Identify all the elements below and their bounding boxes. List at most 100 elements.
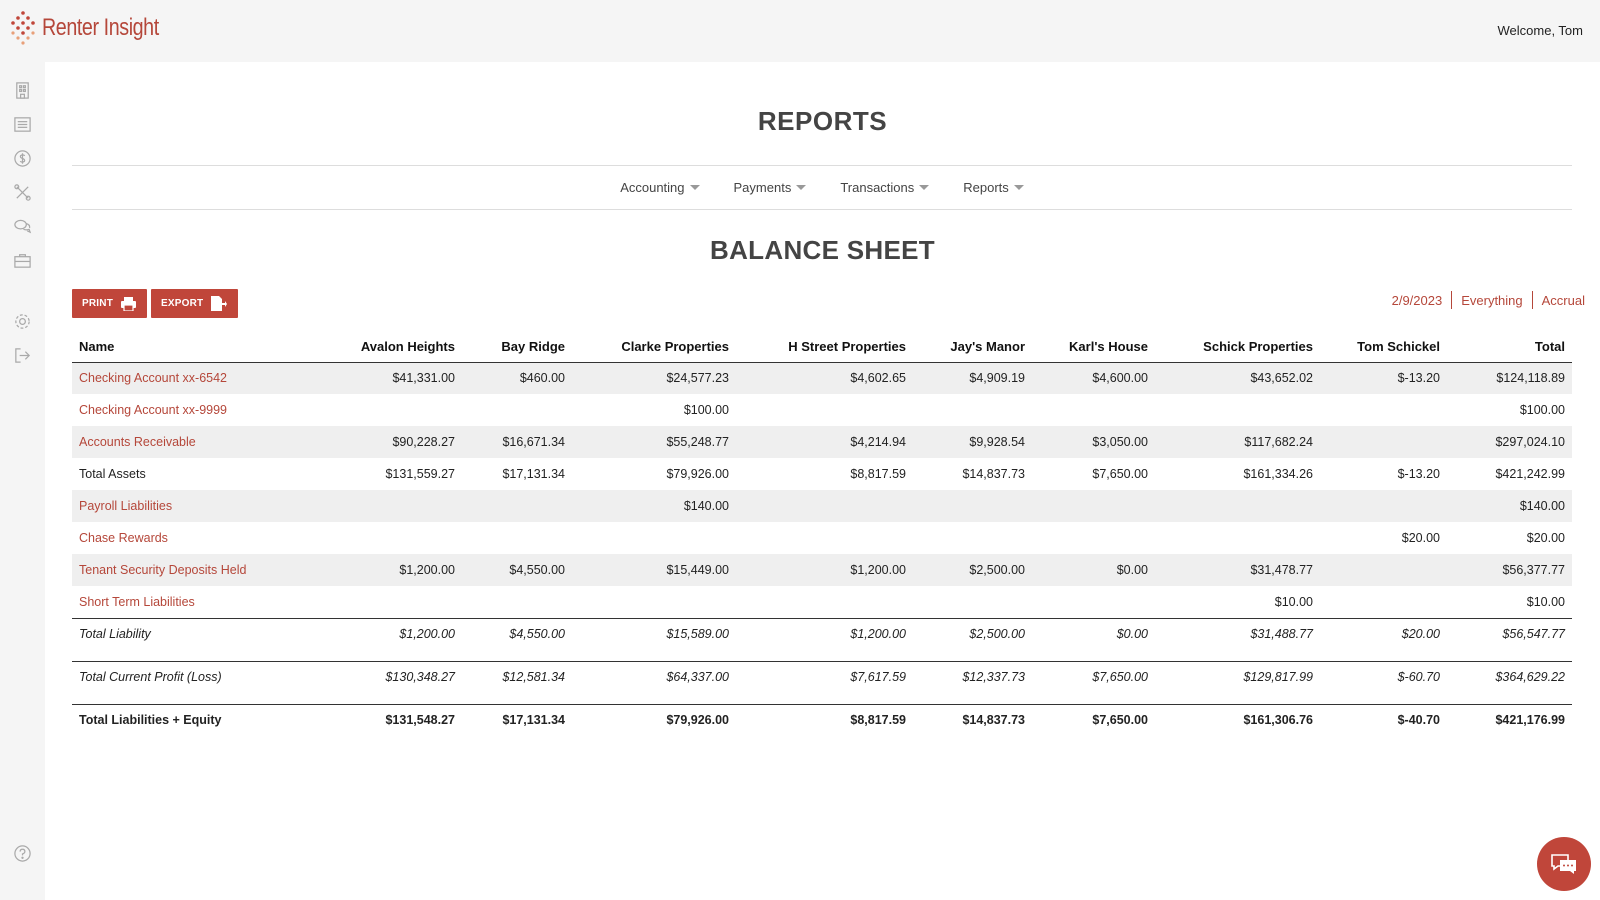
export-button[interactable]: EXPORT <box>151 289 238 318</box>
table-cell <box>736 586 913 618</box>
app-logo[interactable]: Renter Insight <box>8 10 184 46</box>
tools-icon[interactable] <box>12 182 32 202</box>
table-cell <box>572 586 736 618</box>
table-cell <box>1155 490 1320 522</box>
table-cell: $161,306.76 <box>1155 703 1320 736</box>
logo-icon <box>11 11 35 45</box>
row-spacer <box>72 650 1572 661</box>
table-cell: $131,548.27 <box>288 703 462 736</box>
nav-payments-label: Payments <box>733 180 792 195</box>
table-cell: $1,200.00 <box>288 617 462 650</box>
account-link[interactable]: Tenant Security Deposits Held <box>72 554 288 586</box>
caret-down-icon <box>919 185 930 190</box>
table-cell <box>736 522 913 554</box>
nav-transactions[interactable]: Transactions <box>840 180 930 195</box>
account-link[interactable]: Checking Account xx-9999 <box>72 394 288 426</box>
table-cell <box>462 522 572 554</box>
dollar-icon[interactable] <box>12 148 32 168</box>
balance-sheet-table: Name Avalon Heights Bay Ridge Clarke Pro… <box>72 332 1572 736</box>
col-header-avalon-heights[interactable]: Avalon Heights <box>288 332 462 363</box>
page-title: REPORTS <box>757 106 888 136</box>
list-icon[interactable] <box>12 114 32 134</box>
table-cell: $3,050.00 <box>1032 426 1155 458</box>
logout-icon[interactable] <box>12 345 32 365</box>
table-cell: $31,478.77 <box>1155 554 1320 586</box>
table-cell: $4,214.94 <box>736 426 913 458</box>
sidebar <box>0 62 45 900</box>
account-link[interactable]: Checking Account xx-6542 <box>72 362 288 394</box>
nav-payments[interactable]: Payments <box>734 180 807 195</box>
table-cell: $64,337.00 <box>572 660 736 693</box>
table-cell <box>913 586 1032 618</box>
col-header-schick-properties[interactable]: Schick Properties <box>1155 332 1320 363</box>
table-cell <box>1320 394 1447 426</box>
col-header-tom-schickel[interactable]: Tom Schickel <box>1320 332 1447 363</box>
row-label: Total Current Profit (Loss) <box>72 660 288 693</box>
table-cell: $4,909.19 <box>913 362 1032 394</box>
table-row: Chase Rewards $20.00 $20.00 <box>72 522 1572 554</box>
table-cell: $4,600.00 <box>1032 362 1155 394</box>
print-button[interactable]: PRINT <box>72 289 147 318</box>
table-cell: $7,650.00 <box>1032 703 1155 736</box>
help-icon[interactable] <box>12 843 32 863</box>
buildings-icon[interactable] <box>12 80 32 100</box>
table-cell: $56,377.77 <box>1447 554 1572 586</box>
account-link[interactable]: Short Term Liabilities <box>72 586 288 618</box>
table-cell: $1,200.00 <box>736 554 913 586</box>
table-cell <box>1320 490 1447 522</box>
table-cell: $15,449.00 <box>572 554 736 586</box>
print-label: PRINT <box>82 298 113 309</box>
table-cell <box>462 394 572 426</box>
account-link[interactable]: Chase Rewards <box>72 522 288 554</box>
table-cell: $161,334.26 <box>1243 467 1313 481</box>
chat-icon[interactable] <box>12 216 32 236</box>
table-cell: $20.00 <box>1401 531 1440 545</box>
table-cell: $15,589.00 <box>572 617 736 650</box>
col-header-name[interactable]: Name <box>72 332 288 363</box>
table-cell: $8,817.59 <box>736 703 913 736</box>
table-cell <box>913 490 1032 522</box>
table-cell: $124,118.89 <box>1447 362 1572 394</box>
gear-icon[interactable] <box>12 311 32 331</box>
account-link[interactable]: Payroll Liabilities <box>72 490 288 522</box>
table-cell <box>1320 586 1447 618</box>
table-cell <box>462 586 572 618</box>
table-cell: $56,547.77 <box>1447 617 1572 650</box>
table-cell: $421,176.99 <box>1447 703 1572 736</box>
table-cell: $-13.20 <box>1320 362 1447 394</box>
account-link[interactable]: Accounts Receivable <box>72 426 288 458</box>
table-row-total-liability: Total Liability $1,200.00 $4,550.00 $15,… <box>72 617 1572 650</box>
row-label: Total Liabilities + Equity <box>72 703 288 736</box>
live-chat-button[interactable] <box>1537 837 1591 891</box>
table-row: Checking Account xx-6542 $41,331.00 $460… <box>72 362 1572 394</box>
table-cell <box>288 522 462 554</box>
col-header-jays-manor[interactable]: Jay's Manor <box>913 332 1032 363</box>
table-cell <box>288 490 462 522</box>
table-cell <box>736 394 913 426</box>
table-cell <box>1032 586 1155 618</box>
table-cell: $20.00 <box>1320 617 1447 650</box>
col-header-total[interactable]: Total <box>1447 332 1572 363</box>
filter-date[interactable]: 2/9/2023 <box>1392 293 1443 308</box>
table-cell <box>1032 490 1155 522</box>
col-header-bay-ridge[interactable]: Bay Ridge <box>462 332 572 363</box>
table-cell <box>1155 394 1320 426</box>
briefcase-icon[interactable] <box>12 250 32 270</box>
filter-scope[interactable]: Everything <box>1461 293 1522 308</box>
welcome-text[interactable]: Welcome, Tom <box>1498 23 1584 38</box>
table-cell: $12,337.73 <box>913 660 1032 693</box>
table-cell: $2,500.00 <box>913 554 1032 586</box>
col-header-h-street-properties[interactable]: H Street Properties <box>736 332 913 363</box>
table-row: Payroll Liabilities $140.00 $140.00 <box>72 490 1572 522</box>
nav-transactions-label: Transactions <box>840 180 915 195</box>
table-cell: $131,559.27 <box>385 467 455 481</box>
table-row-total-assets: Total Assets $131,559.27 $17,131.34 $79,… <box>72 458 1572 490</box>
caret-down-icon <box>1013 185 1024 190</box>
col-header-karls-house[interactable]: Karl's House <box>1032 332 1155 363</box>
table-row: Checking Account xx-9999 $100.00 $100.00 <box>72 394 1572 426</box>
col-header-clarke-properties[interactable]: Clarke Properties <box>572 332 736 363</box>
nav-accounting[interactable]: Accounting <box>620 180 700 195</box>
reports-nav: Accounting Payments Transactions Reports <box>72 165 1572 210</box>
filter-basis[interactable]: Accrual <box>1542 293 1585 308</box>
nav-reports[interactable]: Reports <box>963 180 1024 195</box>
